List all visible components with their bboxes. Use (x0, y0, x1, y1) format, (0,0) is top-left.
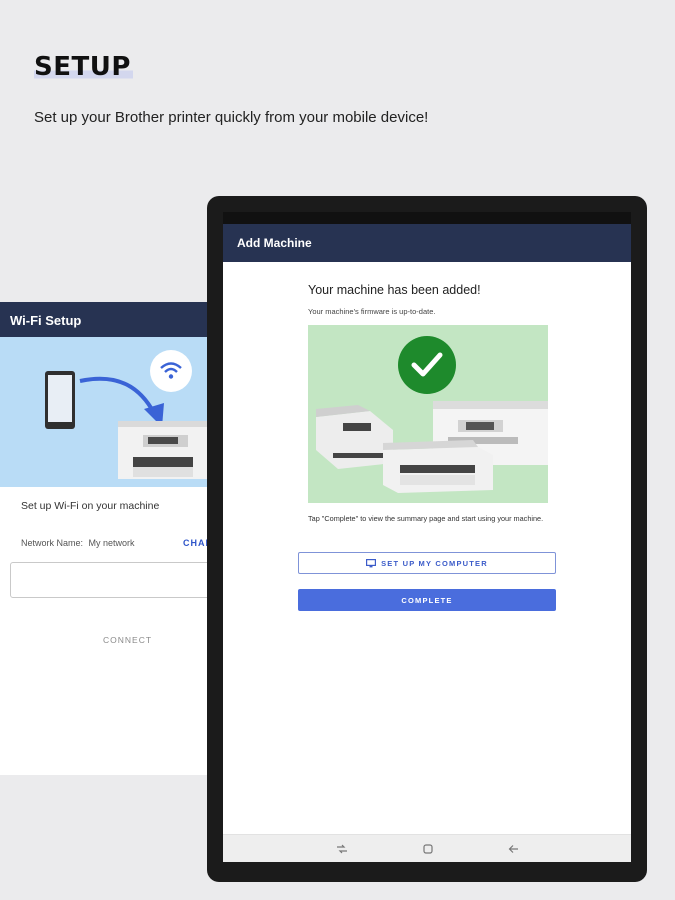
back-icon[interactable] (508, 844, 519, 854)
add-machine-app-bar: Add Machine (223, 224, 631, 262)
recent-apps-icon[interactable] (336, 844, 348, 854)
check-icon (411, 352, 443, 377)
wifi-setup-app-bar: Wi-Fi Setup (0, 302, 235, 337)
phone-illustration (45, 371, 75, 429)
network-name-label: Network Name: (21, 538, 84, 548)
add-machine-title: Add Machine (237, 236, 312, 250)
success-badge (398, 336, 456, 394)
complete-label: COMPLETE (401, 595, 453, 605)
system-navigation-bar (223, 834, 631, 862)
wifi-icon (160, 362, 182, 379)
firmware-status: Your machine's firmware is up-to-date. (308, 307, 436, 316)
home-icon[interactable] (422, 843, 433, 854)
wifi-setup-illustration (0, 337, 235, 487)
complete-button[interactable]: COMPLETE (298, 589, 556, 611)
add-machine-content: Your machine has been added! Your machin… (223, 262, 631, 834)
wifi-bubble (150, 350, 192, 392)
wifi-section-title: Set up Wi-Fi on your machine (21, 500, 160, 512)
wifi-setup-title: Wi-Fi Setup (10, 313, 82, 328)
page-subtitle: Set up your Brother printer quickly from… (34, 109, 429, 126)
machines-illustration (308, 325, 548, 503)
add-machine-screen: Add Machine Your machine has been added!… (223, 212, 631, 862)
set-up-my-computer-label: SET UP MY COMPUTER (381, 558, 488, 568)
tablet-frame: Add Machine Your machine has been added!… (207, 196, 647, 882)
page-title: SETUP (34, 52, 133, 82)
set-up-my-computer-button[interactable]: SET UP MY COMPUTER (298, 552, 556, 574)
password-field[interactable] (10, 562, 235, 598)
success-headline: Your machine has been added! (308, 283, 481, 297)
status-bar (223, 212, 631, 224)
complete-hint: Tap "Complete" to view the summary page … (308, 514, 544, 523)
network-name-value: My network (88, 538, 135, 548)
monitor-icon (366, 558, 377, 568)
connect-button[interactable]: CONNECT (103, 635, 152, 645)
wifi-setup-screen: Wi-Fi Setup Set up Wi-Fi on your machine… (0, 302, 235, 775)
network-name: Network Name: My network (21, 538, 135, 548)
